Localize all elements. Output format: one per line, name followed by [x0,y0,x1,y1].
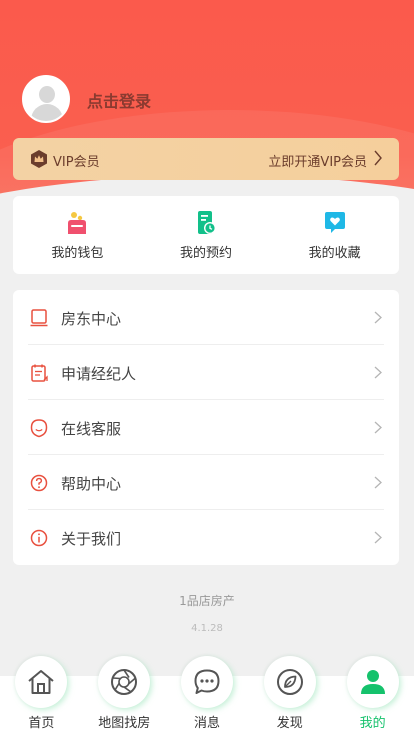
quick-actions: 我的钱包 我的预约 我的收藏 [13,196,399,274]
app-version: 4.1.28 [191,623,223,634]
menu-item-help[interactable]: 帮助中心 [13,455,399,510]
wallet-icon [68,212,87,234]
message-icon [194,669,220,694]
menu-item-landlord[interactable]: 房东中心 [13,290,399,345]
quick-favorites-label: 我的收藏 [308,246,361,261]
home-icon [28,670,55,694]
landlord-icon [30,309,48,327]
settings-menu: 房东中心 申请经纪人 在线客服 帮助中心 关于我们 [13,290,399,565]
chevron-right-icon [374,311,382,324]
menu-item-label: 申请经纪人 [61,365,137,383]
profile-icon [360,670,385,694]
vip-banner[interactable]: VIP会员 立即开通VIP会员 [13,138,399,180]
tab-map-search[interactable]: 地图找房 [83,656,166,736]
chevron-right-icon [374,421,382,434]
bottom-tab-bar: 首页 地图找房 消息 发现 我的 [0,656,414,736]
tab-label: 我的 [359,716,386,731]
tab-icon-circle [263,656,316,708]
tab-label: 首页 [28,716,55,731]
tab-icon-circle [98,656,151,708]
tab-icon-circle [346,656,399,708]
customer-service-icon [30,419,48,438]
avatar-head [39,86,55,103]
quick-favorites[interactable]: 我的收藏 [270,196,399,274]
login-link[interactable]: 点击登录 [87,88,151,112]
tab-icon-circle [180,656,233,708]
tab-label: 消息 [193,716,220,731]
favorites-icon [324,212,345,233]
chevron-right-icon [374,476,382,489]
brand-name: 1品店房产 [179,594,235,608]
menu-item-label: 在线客服 [61,420,122,438]
menu-item-customer-service[interactable]: 在线客服 [13,400,399,455]
quick-appointment[interactable]: 我的预约 [142,196,271,274]
map-aperture-icon [111,669,138,695]
avatar[interactable] [22,75,70,123]
apply-agent-icon [31,364,48,382]
menu-item-about[interactable]: 关于我们 [13,510,399,565]
vip-open-link[interactable]: 立即开通VIP会员 [268,151,367,170]
tab-home[interactable]: 首页 [0,656,83,736]
discover-icon [276,669,303,695]
crown-icon [31,150,47,168]
menu-item-label: 帮助中心 [61,475,122,493]
quick-wallet[interactable]: 我的钱包 [13,196,142,274]
vip-title: VIP会员 [53,155,100,170]
chevron-right-icon [374,150,382,166]
menu-item-label: 房东中心 [61,310,122,328]
chevron-right-icon [374,531,382,544]
tab-messages[interactable]: 消息 [166,656,249,736]
quick-appointment-label: 我的预约 [180,246,233,261]
help-icon [30,474,48,492]
chevron-right-icon [374,366,382,379]
tab-label: 地图找房 [98,716,151,731]
tab-label: 发现 [276,716,303,731]
menu-item-label: 关于我们 [61,530,122,548]
tab-profile[interactable]: 我的 [331,656,414,736]
avatar-body [31,104,63,121]
tab-icon-circle [15,656,68,708]
appointment-icon [198,211,216,234]
info-icon [30,529,48,547]
menu-item-apply-agent[interactable]: 申请经纪人 [13,345,399,400]
quick-wallet-label: 我的钱包 [51,246,104,261]
tab-discover[interactable]: 发现 [248,656,331,736]
